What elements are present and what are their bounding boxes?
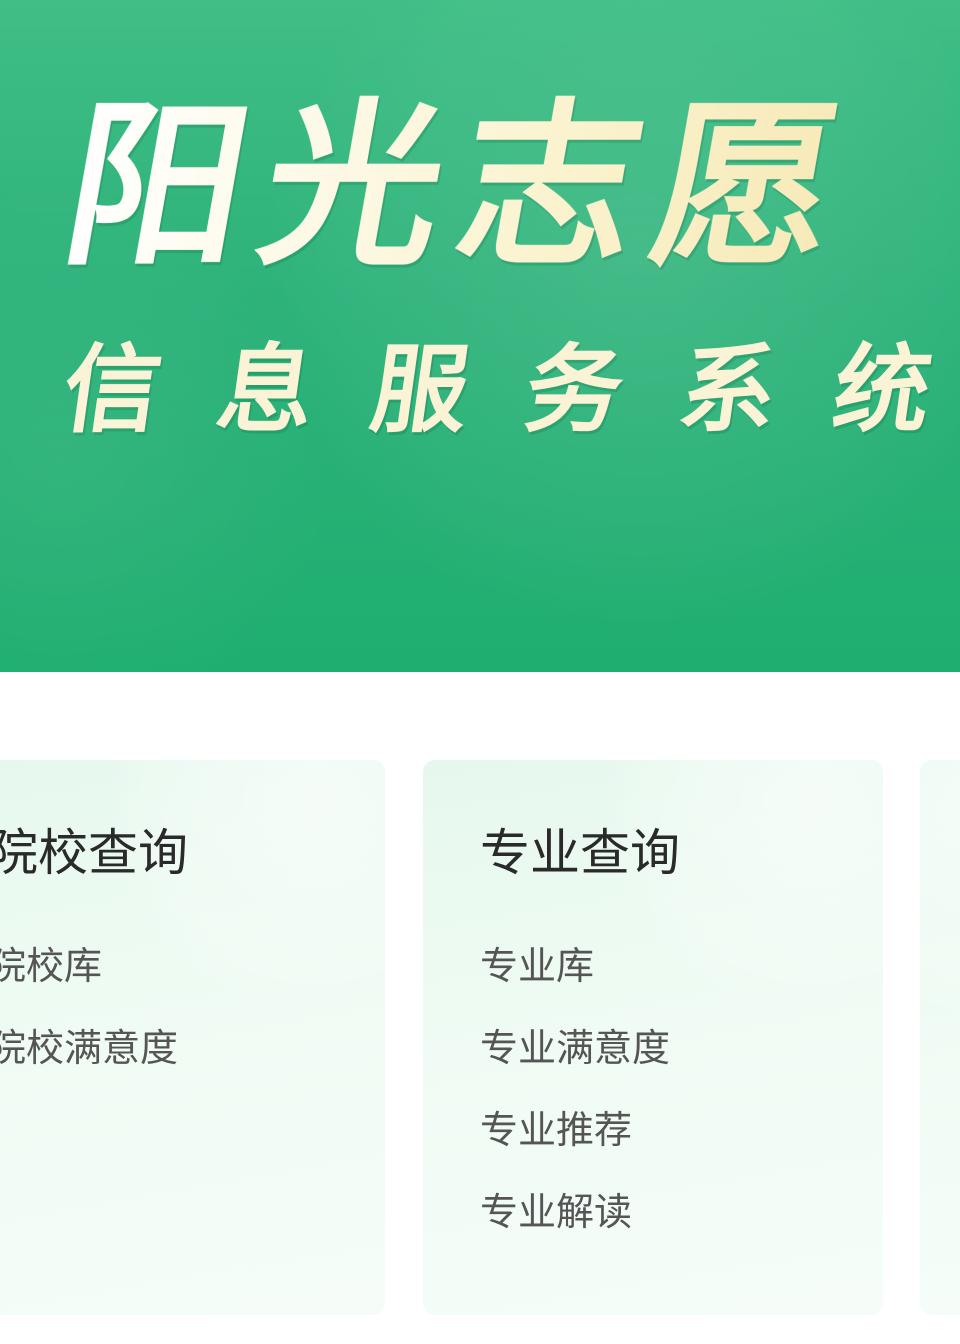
banner-subtitle: 信息服务系统 bbox=[56, 334, 960, 446]
major-query-links: 专业库 专业满意度 专业推荐 专业解读 bbox=[480, 940, 670, 1268]
hero-banner: 阳光志愿 信息服务系统 bbox=[0, 0, 960, 672]
link-major-library[interactable]: 专业库 bbox=[480, 940, 670, 1022]
card-title-school-query[interactable]: 院校查询 bbox=[0, 822, 188, 884]
link-major-interpretation[interactable]: 专业解读 bbox=[480, 1186, 670, 1268]
card-major-query: 专业查询 专业库 专业满意度 专业推荐 专业解读 bbox=[423, 760, 883, 1315]
link-major-satisfaction[interactable]: 专业满意度 bbox=[480, 1022, 670, 1104]
link-school-library[interactable]: 院校库 bbox=[0, 940, 178, 1022]
page: 阳光志愿 信息服务系统 院校查询 院校库 院校满意度 专业查询 专业库 专业满意… bbox=[0, 0, 960, 1344]
card-partial-right bbox=[920, 760, 960, 1315]
link-school-satisfaction[interactable]: 院校满意度 bbox=[0, 1022, 178, 1104]
banner-title: 阳光志愿 bbox=[51, 83, 960, 290]
link-major-recommendation[interactable]: 专业推荐 bbox=[480, 1104, 670, 1186]
school-query-links: 院校库 院校满意度 bbox=[0, 940, 178, 1104]
card-title-major-query[interactable]: 专业查询 bbox=[480, 822, 680, 884]
card-school-query: 院校查询 院校库 院校满意度 bbox=[0, 760, 385, 1315]
